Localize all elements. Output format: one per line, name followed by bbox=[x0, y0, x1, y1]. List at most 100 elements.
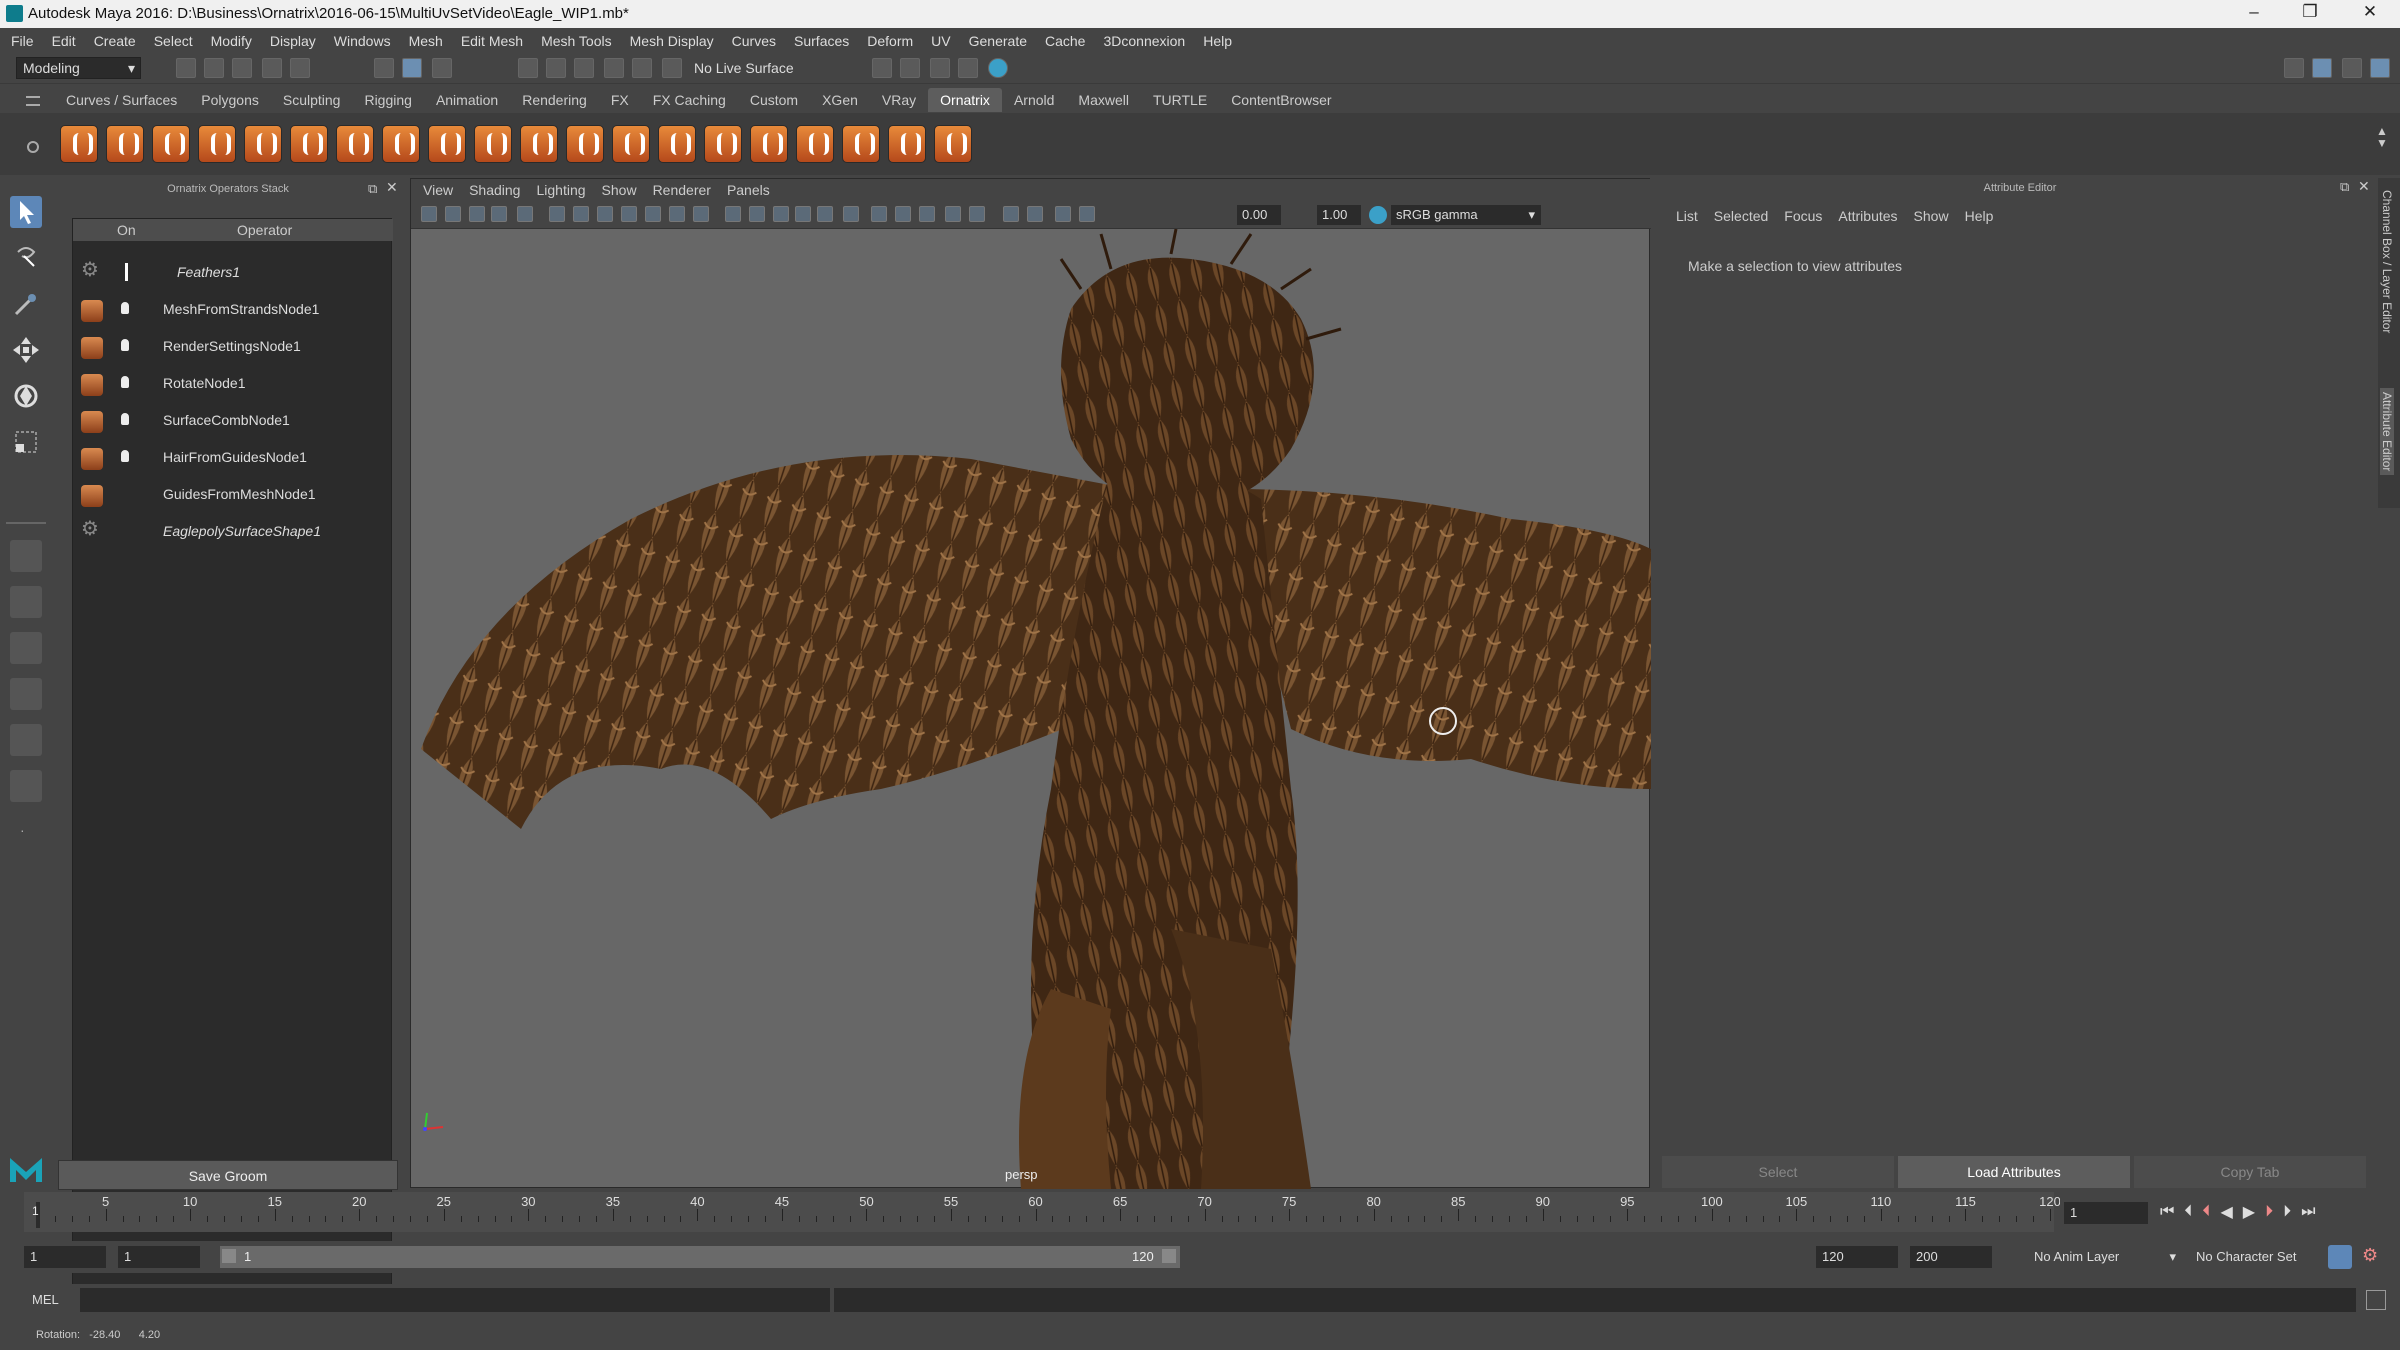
menu-curves[interactable]: Curves bbox=[732, 33, 776, 49]
step-forward-frame-icon[interactable]: ⏵ bbox=[2265, 1203, 2273, 1221]
select-button[interactable]: Select bbox=[1662, 1156, 1894, 1188]
start-time-field[interactable]: 1 bbox=[24, 1246, 106, 1268]
go-to-start-icon[interactable]: ⏮ bbox=[2160, 1203, 2174, 1221]
camera-select-icon[interactable] bbox=[421, 206, 437, 222]
close-button[interactable]: ✕ bbox=[2350, 2, 2390, 22]
operator-row-surfacecomb[interactable]: SurfaceCombNode1 bbox=[73, 403, 393, 440]
enabled-bulb-icon[interactable] bbox=[121, 302, 129, 314]
tab-polygons[interactable]: Polygons bbox=[189, 88, 271, 112]
hypershade-icon[interactable] bbox=[988, 58, 1008, 78]
render-view-icon[interactable] bbox=[958, 58, 978, 78]
ornatrix-shelf-tool-icon[interactable] bbox=[888, 125, 926, 163]
step-forward-key-icon[interactable]: ⏵ bbox=[2283, 1203, 2291, 1221]
snap-curve-icon[interactable] bbox=[546, 58, 566, 78]
select-component-icon[interactable] bbox=[432, 58, 452, 78]
channel-box-toggle-icon[interactable] bbox=[2370, 58, 2390, 78]
save-scene-icon[interactable] bbox=[232, 58, 252, 78]
end-time-field[interactable]: 120 bbox=[1816, 1246, 1898, 1268]
xray-icon[interactable] bbox=[795, 206, 811, 222]
ornatrix-shelf-tool-icon[interactable] bbox=[382, 125, 420, 163]
float-panel-icon[interactable]: ⧉ bbox=[2340, 179, 2349, 195]
ornatrix-shelf-tool-icon[interactable] bbox=[428, 125, 466, 163]
default-material-icon[interactable] bbox=[773, 206, 789, 222]
menu-deform[interactable]: Deform bbox=[867, 33, 913, 49]
film-gate-icon[interactable] bbox=[573, 206, 589, 222]
menu-modify[interactable]: Modify bbox=[211, 33, 252, 49]
outliner-toggle-icon[interactable] bbox=[2342, 58, 2362, 78]
tab-arnold[interactable]: Arnold bbox=[1002, 88, 1066, 112]
depth-of-field-icon[interactable] bbox=[969, 206, 985, 222]
smooth-shade-icon[interactable] bbox=[749, 206, 765, 222]
close-panel-icon[interactable]: ✕ bbox=[386, 179, 398, 196]
vp-menu-shading[interactable]: Shading bbox=[469, 182, 520, 198]
close-panel-icon[interactable]: ✕ bbox=[2358, 178, 2370, 195]
range-slider[interactable]: 1 120 bbox=[220, 1246, 1180, 1268]
tab-contentbrowser[interactable]: ContentBrowser bbox=[1219, 88, 1343, 112]
ornatrix-shelf-tool-icon[interactable] bbox=[934, 125, 972, 163]
vp-menu-show[interactable]: Show bbox=[602, 182, 637, 198]
operator-row-surfaceshape[interactable]: ⚙ EaglepolySurfaceShape1 bbox=[73, 514, 393, 551]
load-attributes-button[interactable]: Load Attributes bbox=[1898, 1156, 2130, 1188]
redo-icon[interactable] bbox=[290, 58, 310, 78]
mel-input[interactable] bbox=[80, 1288, 830, 1312]
rotate-tool-icon[interactable] bbox=[10, 380, 42, 412]
layout-persp-outliner-icon[interactable] bbox=[10, 678, 42, 710]
undo-icon[interactable] bbox=[262, 58, 282, 78]
enabled-bulb-icon[interactable] bbox=[121, 339, 129, 351]
menu-surfaces[interactable]: Surfaces bbox=[794, 33, 849, 49]
operator-row-feathers[interactable]: ⚙ Feathers1 bbox=[73, 255, 393, 292]
ornatrix-shelf-tool-icon[interactable] bbox=[60, 125, 98, 163]
snap-grid-icon[interactable] bbox=[518, 58, 538, 78]
field-chart-icon[interactable] bbox=[645, 206, 661, 222]
go-to-end-icon[interactable]: ⏭ bbox=[2301, 1203, 2315, 1221]
vp-menu-renderer[interactable]: Renderer bbox=[653, 182, 711, 198]
ornatrix-shelf-tool-icon[interactable] bbox=[796, 125, 834, 163]
operator-row-rotate[interactable]: RotateNode1 bbox=[73, 366, 393, 403]
menu-mesh-tools[interactable]: Mesh Tools bbox=[541, 33, 612, 49]
ornatrix-shelf-tool-icon[interactable] bbox=[244, 125, 282, 163]
shelf-settings-icon[interactable] bbox=[27, 141, 39, 153]
open-scene-icon[interactable] bbox=[204, 58, 224, 78]
ae-menu-focus[interactable]: Focus bbox=[1784, 208, 1822, 224]
backface-icon[interactable] bbox=[1079, 206, 1095, 222]
ae-menu-show[interactable]: Show bbox=[1914, 208, 1949, 224]
menu-3dconnexion[interactable]: 3Dconnexion bbox=[1103, 33, 1185, 49]
multisample-icon[interactable] bbox=[945, 206, 961, 222]
gate-mask-icon[interactable] bbox=[621, 206, 637, 222]
ornatrix-shelf-tool-icon[interactable] bbox=[152, 125, 190, 163]
menu-help[interactable]: Help bbox=[1203, 33, 1232, 49]
save-groom-button[interactable]: Save Groom bbox=[58, 1160, 398, 1190]
anim-end-field[interactable]: 200 bbox=[1910, 1246, 1992, 1268]
wireframe-icon[interactable] bbox=[725, 206, 741, 222]
step-back-key-icon[interactable]: ⏴ bbox=[2184, 1203, 2192, 1221]
enabled-bulb-icon[interactable] bbox=[121, 376, 129, 388]
use-lights-icon[interactable] bbox=[843, 206, 859, 222]
play-backward-icon[interactable]: ◀ bbox=[2220, 1202, 2232, 1222]
snap-surface-icon[interactable] bbox=[632, 58, 652, 78]
toolbox-more-icon[interactable]: · bbox=[20, 822, 25, 838]
anim-start-field[interactable]: 1 bbox=[118, 1246, 200, 1268]
ornatrix-shelf-tool-icon[interactable] bbox=[704, 125, 742, 163]
shadows-icon[interactable] bbox=[871, 206, 887, 222]
tab-animation[interactable]: Animation bbox=[424, 88, 510, 112]
select-object-icon[interactable] bbox=[402, 58, 422, 78]
layout-single-icon[interactable] bbox=[10, 540, 42, 572]
ambient-occlusion-icon[interactable] bbox=[895, 206, 911, 222]
color-management-icon[interactable] bbox=[1369, 206, 1387, 224]
enabled-bulb-icon[interactable] bbox=[121, 450, 129, 462]
tab-maxwell[interactable]: Maxwell bbox=[1066, 88, 1141, 112]
step-back-frame-icon[interactable]: ⏴ bbox=[2202, 1203, 2210, 1221]
tab-rendering[interactable]: Rendering bbox=[510, 88, 599, 112]
ae-menu-help[interactable]: Help bbox=[1965, 208, 1994, 224]
tab-ornatrix[interactable]: Ornatrix bbox=[928, 88, 1002, 112]
ornatrix-shelf-tool-icon[interactable] bbox=[336, 125, 374, 163]
range-start-handle[interactable] bbox=[222, 1249, 236, 1263]
operator-row-hairfromguides[interactable]: HairFromGuidesNode1 bbox=[73, 440, 393, 477]
character-set-dropdown[interactable]: No Character Set bbox=[2192, 1246, 2334, 1268]
menu-generate[interactable]: Generate bbox=[969, 33, 1027, 49]
menu-display[interactable]: Display bbox=[270, 33, 316, 49]
shelf-menu-icon[interactable] bbox=[26, 96, 40, 106]
tab-turtle[interactable]: TURTLE bbox=[1141, 88, 1219, 112]
grease-pencil-icon[interactable] bbox=[517, 206, 533, 222]
snap-point-icon[interactable] bbox=[574, 58, 594, 78]
